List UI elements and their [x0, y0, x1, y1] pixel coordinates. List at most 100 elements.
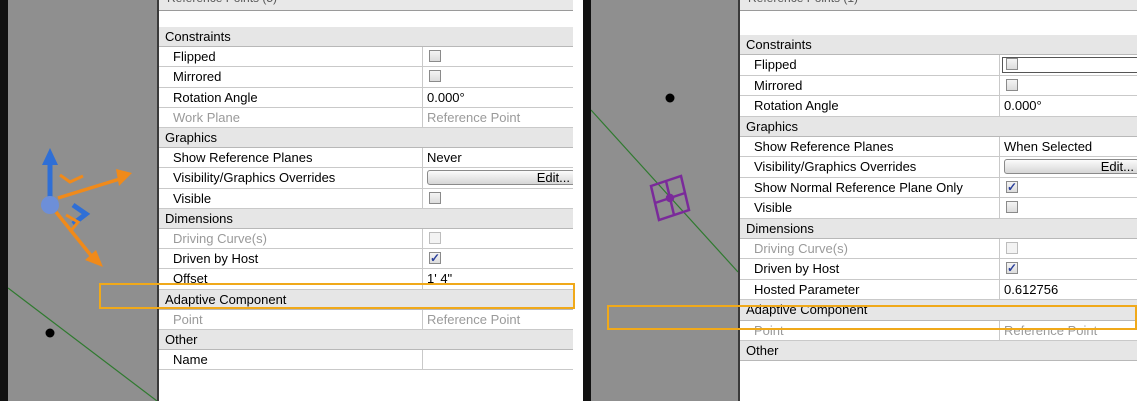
checkbox-driven-by-host[interactable]: ✓ [429, 251, 441, 265]
property-label: Mirrored [740, 75, 1000, 96]
category-dimensions[interactable]: Dimensions [159, 208, 573, 229]
checkmark-icon: ✓ [430, 251, 441, 266]
property-value-driving-curve-s [1000, 239, 1137, 258]
edit-button[interactable]: Edit... [1004, 159, 1137, 175]
category-label: Graphics [165, 130, 218, 145]
property-value-visibility-graphics-overrides[interactable]: Edit... [423, 168, 573, 187]
property-row-show-reference-planes: Show Reference Planes Never [159, 148, 573, 169]
property-row-mirrored: Mirrored [740, 75, 1137, 97]
checkbox-flipped[interactable] [1006, 58, 1018, 71]
category-dimensions[interactable]: Dimensions [740, 218, 1137, 239]
left-viewport[interactable] [8, 0, 157, 401]
property-value-show-reference-planes[interactable]: When Selected [1000, 137, 1137, 156]
value-field[interactable] [1002, 57, 1137, 74]
category-label: Constraints [165, 29, 231, 44]
property-label: Show Reference Planes [740, 137, 1000, 157]
checkbox-flipped[interactable] [429, 50, 441, 63]
host-line [591, 109, 738, 273]
property-row-visibility-graphics-overrides: Visibility/Graphics Overrides Edit... [740, 157, 1137, 178]
left-properties-panel: Reference Points (5) Constraints FlippedM… [157, 0, 573, 401]
property-label: Flipped [159, 47, 423, 67]
property-label: Work Plane [159, 107, 423, 127]
property-row-show-reference-planes: Show Reference Planes When Selected [740, 137, 1137, 158]
property-row-driven-by-host: Driven by Host ✓ [159, 249, 573, 270]
property-row-work-plane: Work Plane Reference Point [159, 107, 573, 128]
left-panel: Reference Points (5) Constraints FlippedM… [0, 0, 573, 401]
property-row-rotation-angle: Rotation Angle 0.000° [740, 96, 1137, 117]
property-row-point: Point Reference Point [159, 309, 573, 330]
property-row-driving-curve-s: Driving Curve(s) [159, 229, 573, 250]
category-label: Constraints [746, 37, 812, 52]
checkbox-visible[interactable] [429, 191, 441, 204]
property-value-mirrored[interactable] [1000, 76, 1137, 95]
category-graphics[interactable]: Graphics [740, 116, 1137, 137]
property-label: Driven by Host [740, 259, 1000, 279]
right-properties-panel: Reference Points (1) Constraints FlippedM… [738, 0, 1137, 401]
property-row-flipped: Flipped [740, 55, 1137, 76]
property-label: Point [159, 309, 423, 329]
property-label: Visible [159, 188, 423, 208]
property-label: Visibility/Graphics Overrides [159, 168, 423, 188]
property-row-mirrored: Mirrored [159, 67, 573, 88]
category-constraints[interactable]: Constraints [740, 35, 1137, 56]
right-properties-header: Reference Points (1) [740, 0, 1137, 11]
reference-point-dot[interactable] [665, 93, 675, 103]
checkbox-mirrored[interactable] [429, 70, 441, 83]
checkbox-visible[interactable] [1006, 201, 1018, 214]
checkbox-driving-curve-s [429, 232, 441, 244]
right-panel: Reference Points (1) Constraints FlippedM… [583, 0, 1137, 401]
transform-gizmo-icon[interactable] [41, 148, 132, 267]
property-label: Show Normal Reference Plane Only [740, 177, 1000, 198]
offset-highlight-box [99, 283, 575, 309]
category-other[interactable]: Other [740, 341, 1137, 362]
property-value-name[interactable] [423, 350, 573, 369]
property-row-driving-curve-s: Driving Curve(s) [740, 239, 1137, 260]
property-value-visible[interactable] [1000, 198, 1137, 217]
property-value-flipped[interactable] [1000, 55, 1137, 74]
edit-button[interactable]: Edit... [427, 170, 573, 186]
checkmark-icon: ✓ [1007, 179, 1018, 194]
property-value-rotation-angle[interactable]: 0.000° [1000, 96, 1137, 115]
checkbox-driven-by-host[interactable]: ✓ [1006, 261, 1018, 275]
property-value-flipped[interactable] [423, 47, 573, 66]
property-value-visible[interactable] [423, 189, 573, 208]
property-row-rotation-angle: Rotation Angle 0.000° [159, 87, 573, 108]
property-label: Visibility/Graphics Overrides [740, 157, 1000, 177]
property-value-hosted-parameter[interactable]: 0.612756 [1000, 280, 1137, 299]
property-label: Hosted Parameter [740, 279, 1000, 300]
property-value-driven-by-host[interactable]: ✓ [1000, 259, 1137, 278]
checkbox-driving-curve-s [1006, 242, 1018, 254]
property-row-visible: Visible [740, 198, 1137, 219]
property-value-mirrored[interactable] [423, 67, 573, 86]
pane-divider [573, 0, 583, 401]
property-label: Rotation Angle [740, 96, 1000, 116]
property-label: Rotation Angle [159, 87, 423, 107]
property-value-show-reference-planes[interactable]: Never [423, 148, 573, 167]
category-graphics[interactable]: Graphics [159, 128, 573, 149]
property-row-show-normal-reference-plane-only: Show Normal Reference Plane Only ✓ [740, 177, 1137, 199]
category-label: Other [165, 332, 198, 347]
property-value-rotation-angle[interactable]: 0.000° [423, 88, 573, 107]
property-value-point: Reference Point [427, 311, 521, 327]
left-viewport-canvas [8, 148, 157, 401]
reference-point-dot[interactable] [45, 328, 55, 338]
category-constraints[interactable]: Constraints [159, 27, 573, 48]
property-label: Mirrored [159, 67, 423, 87]
category-other[interactable]: Other [159, 330, 573, 351]
checkbox-show-normal-reference-plane-only[interactable]: ✓ [1006, 180, 1018, 194]
property-value-visibility-graphics-overrides[interactable]: Edit... [1000, 157, 1137, 176]
property-label: Driving Curve(s) [159, 229, 423, 249]
right-viewport[interactable] [591, 0, 738, 401]
property-row-visibility-graphics-overrides: Visibility/Graphics Overrides Edit... [159, 168, 573, 189]
property-value-show-normal-reference-plane-only[interactable]: ✓ [1000, 178, 1137, 197]
property-label: Driving Curve(s) [740, 239, 1000, 259]
property-value-driving-curve-s [423, 229, 573, 248]
property-label: Show Reference Planes [159, 148, 423, 168]
hosted-parameter-highlight-box [607, 305, 1137, 330]
left-properties-header: Reference Points (5) [159, 0, 573, 11]
category-label: Dimensions [746, 220, 814, 236]
property-value-driven-by-host[interactable]: ✓ [423, 249, 573, 268]
property-row-driven-by-host: Driven by Host ✓ [740, 259, 1137, 280]
checkbox-mirrored[interactable] [1006, 78, 1018, 91]
category-label: Dimensions [165, 210, 233, 226]
